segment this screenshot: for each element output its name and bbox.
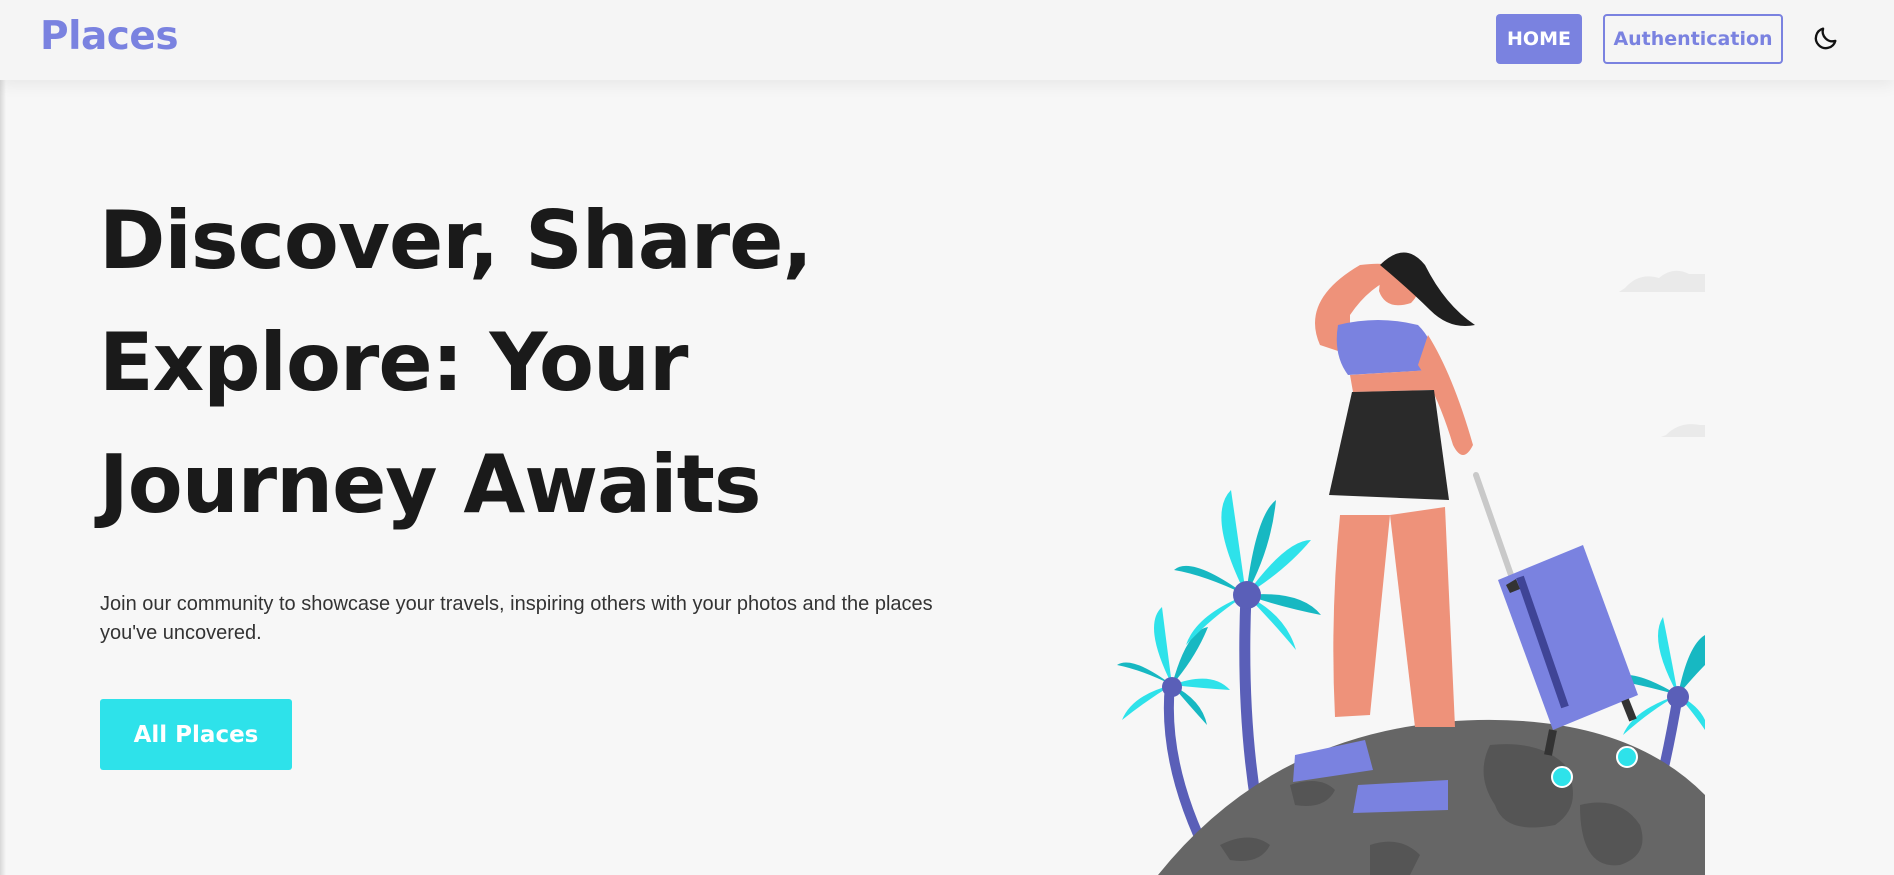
hero-title-line-2: Explore: Your xyxy=(99,316,688,409)
traveler-illustration xyxy=(1117,252,1705,875)
hero-title-line-3: Journey Awaits xyxy=(99,438,761,531)
nav-home-button[interactable]: HOME xyxy=(1496,14,1582,64)
hero-title: Discover, Share, Explore: Your Journey A… xyxy=(99,180,999,546)
all-places-button[interactable]: All Places xyxy=(100,699,292,770)
site-logo[interactable]: Places xyxy=(40,14,179,59)
theme-toggle-button[interactable] xyxy=(1808,20,1844,56)
cloud-shape xyxy=(1661,424,1705,437)
moon-icon xyxy=(1814,27,1837,50)
top-navbar: Places HOME Authentication xyxy=(0,0,1894,80)
hero-description: Join our community to showcase your trav… xyxy=(100,593,933,644)
hero-title-line-1: Discover, Share, xyxy=(99,194,813,287)
nav-authentication-button[interactable]: Authentication xyxy=(1603,14,1783,64)
page-edge-shadow xyxy=(0,0,6,875)
cloud-shape xyxy=(1619,270,1705,292)
